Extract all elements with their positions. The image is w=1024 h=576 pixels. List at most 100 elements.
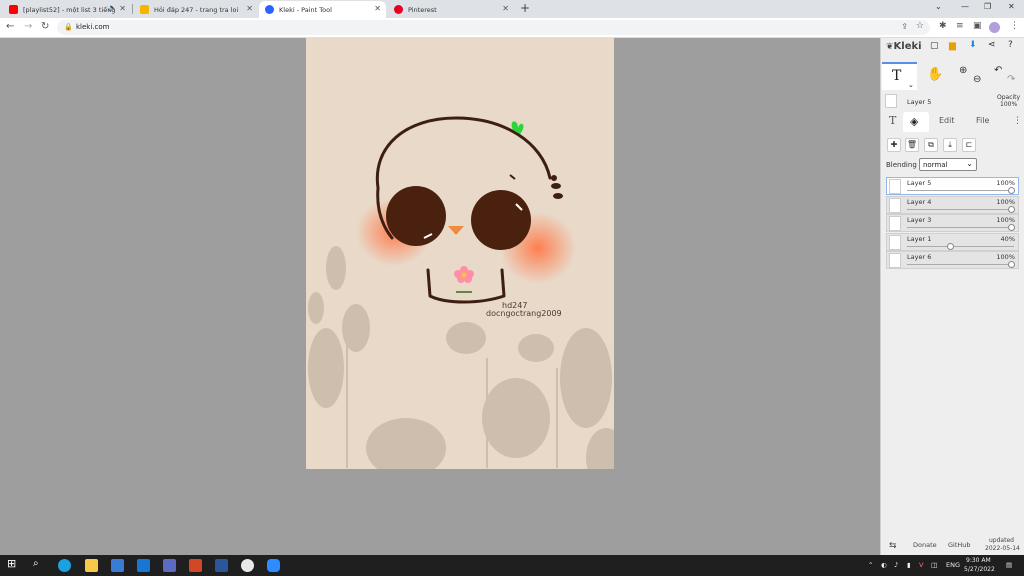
tab-edit[interactable]: Edit — [939, 116, 955, 125]
word-icon[interactable] — [215, 559, 228, 572]
tray-app-icon[interactable]: ◐ — [881, 561, 887, 569]
donate-link[interactable]: Donate — [913, 541, 937, 549]
address-bar[interactable]: 🔒 kleki.com ⇪ ☆ — [57, 20, 930, 35]
tab-layers[interactable]: ◈ — [903, 112, 929, 132]
tab-divider — [132, 4, 133, 14]
audio-icon[interactable]: 🔈 — [108, 4, 117, 12]
close-tab-icon[interactable]: ✕ — [246, 4, 253, 13]
layer-row[interactable]: Layer 1 40% — [886, 232, 1019, 251]
reload-icon[interactable]: ↻ — [41, 21, 49, 32]
tab-text[interactable]: T — [889, 114, 896, 127]
layer-row[interactable]: Layer 5 100% — [886, 177, 1019, 195]
opacity-slider-knob[interactable] — [1008, 187, 1015, 194]
layer-row[interactable]: Layer 6 100% — [886, 251, 1019, 270]
profile-avatar[interactable] — [989, 22, 1000, 33]
opacity-slider-knob[interactable] — [1008, 224, 1015, 232]
tab-search-icon[interactable]: ⌄ — [935, 2, 942, 11]
extensions-icon[interactable]: ✱ — [939, 21, 947, 31]
layer-row[interactable]: Layer 3 100% — [886, 214, 1019, 233]
merge-layer-icon[interactable]: ⤓ — [943, 138, 957, 152]
tray-app-icon[interactable]: ▮ — [907, 561, 911, 569]
vivaldi-tray-icon[interactable]: V — [919, 561, 923, 569]
camera-icon[interactable] — [163, 559, 176, 572]
tab-playlist[interactable]: [playlist52] - một list 3 tiếng 🔈 ✕ — [3, 1, 131, 18]
zalo-icon[interactable] — [267, 559, 280, 572]
layer-name: Layer 5 — [907, 179, 932, 187]
duplicate-layer-icon[interactable]: ⧉ — [924, 138, 938, 152]
tab-kleki[interactable]: Kleki - Paint Tool ✕ — [259, 1, 386, 18]
github-link[interactable]: GitHub — [948, 541, 971, 549]
drawing-canvas[interactable]: hd247 docngoctrang2009 — [306, 38, 614, 469]
tab-hoidap[interactable]: Hỏi đáp 247 - trang tra loi ✕ — [134, 1, 258, 18]
import-folder-icon[interactable]: ▆ — [949, 41, 956, 51]
edge-icon[interactable] — [58, 559, 71, 572]
opacity-slider[interactable] — [907, 208, 1014, 210]
opacity-slider[interactable] — [907, 245, 1014, 247]
mail-icon[interactable] — [137, 559, 150, 572]
file-explorer-icon[interactable] — [85, 559, 98, 572]
store-icon[interactable] — [111, 559, 124, 572]
clock-time[interactable]: 9:30 AM — [966, 557, 991, 564]
text-tool-button[interactable]: T ⌄ — [882, 62, 917, 90]
reading-list-icon[interactable]: ≡ — [956, 21, 964, 31]
layer-thumbnail — [889, 179, 901, 194]
language-indicator[interactable]: ENG — [946, 561, 960, 569]
lock-icon[interactable]: 🔒 — [64, 23, 73, 31]
close-tab-icon[interactable]: ✕ — [502, 4, 509, 13]
close-tab-icon[interactable]: ✕ — [374, 4, 381, 13]
minimize-icon[interactable]: — — [961, 2, 969, 11]
share-icon[interactable]: ⋖ — [988, 40, 996, 50]
tray-chevron-icon[interactable]: ⌃ — [868, 561, 873, 569]
save-download-icon[interactable]: ⬇ — [969, 40, 977, 50]
close-tab-icon[interactable]: ✕ — [119, 4, 126, 13]
menu-icon[interactable]: ⋮ — [1010, 21, 1019, 31]
back-icon[interactable]: ← — [6, 21, 14, 32]
restore-icon[interactable]: ❐ — [984, 2, 991, 11]
kleki-favicon-icon — [265, 5, 274, 14]
help-icon[interactable]: ? — [1008, 40, 1013, 50]
new-tab-button[interactable]: + — [520, 1, 530, 15]
delete-layer-icon[interactable]: 🗑 — [905, 138, 919, 152]
opacity-slider[interactable] — [907, 227, 1014, 229]
swap-panel-icon[interactable]: ⇆ — [889, 541, 897, 551]
hand-tool-icon[interactable]: ✋ — [927, 67, 943, 82]
rename-layer-icon[interactable]: ⊏ — [962, 138, 976, 152]
powerpoint-icon[interactable] — [189, 559, 202, 572]
layer-row[interactable]: Layer 4 100% — [886, 195, 1019, 214]
browser-toolbar: ← → ↻ 🔒 kleki.com ⇪ ☆ ✱ ≡ ▣ ⋮ — [0, 18, 1024, 38]
zoom-in-icon[interactable]: ⊕ — [959, 65, 967, 76]
clock-date[interactable]: 5/27/2022 — [964, 566, 995, 573]
layer-opacity: 100% — [996, 216, 1015, 225]
redo-icon[interactable]: ↷ — [1007, 74, 1015, 85]
opacity-slider[interactable] — [907, 264, 1014, 266]
search-icon[interactable]: ⌕ — [33, 558, 46, 571]
opacity-slider-knob[interactable] — [1008, 205, 1015, 213]
windows-start-icon[interactable]: ⊞ — [7, 557, 20, 570]
side-panel-icon[interactable]: ▣ — [973, 21, 982, 31]
undo-icon[interactable]: ↶ — [994, 65, 1002, 76]
share-icon[interactable]: ⇪ — [901, 22, 908, 31]
blending-select[interactable]: normal ⌄ — [919, 158, 977, 171]
kleki-logo-icon: ❦ — [886, 42, 894, 52]
microphone-icon[interactable]: ♪ — [894, 561, 898, 569]
notification-icon[interactable]: ▤ — [1006, 561, 1012, 569]
more-menu-icon[interactable]: ⋮ — [1013, 116, 1022, 126]
chevron-down-icon[interactable]: ⌄ — [908, 81, 914, 89]
add-layer-icon[interactable]: ✚ — [887, 138, 901, 152]
tab-file[interactable]: File — [976, 116, 989, 125]
tab-label: Pinterest — [408, 5, 437, 14]
close-window-icon[interactable]: ✕ — [1008, 2, 1015, 11]
opacity-slider-knob[interactable] — [1008, 261, 1015, 269]
tab-pinterest[interactable]: Pinterest ✕ — [388, 1, 514, 18]
opacity-slider[interactable] — [907, 190, 1014, 191]
network-icon[interactable]: ◫ — [931, 561, 937, 569]
zoom-out-icon[interactable]: ⊖ — [973, 74, 981, 85]
opacity-slider-knob[interactable] — [947, 242, 955, 250]
canvas-workspace[interactable]: hd247 docngoctrang2009 — [0, 38, 880, 555]
new-image-icon[interactable]: ▢ — [930, 41, 939, 51]
chrome-icon[interactable] — [241, 559, 254, 572]
current-layer-name: Layer 5 — [907, 98, 932, 106]
bookmark-star-icon[interactable]: ☆ — [916, 21, 924, 31]
forward-icon[interactable]: → — [24, 21, 32, 32]
url-text: kleki.com — [76, 23, 110, 31]
